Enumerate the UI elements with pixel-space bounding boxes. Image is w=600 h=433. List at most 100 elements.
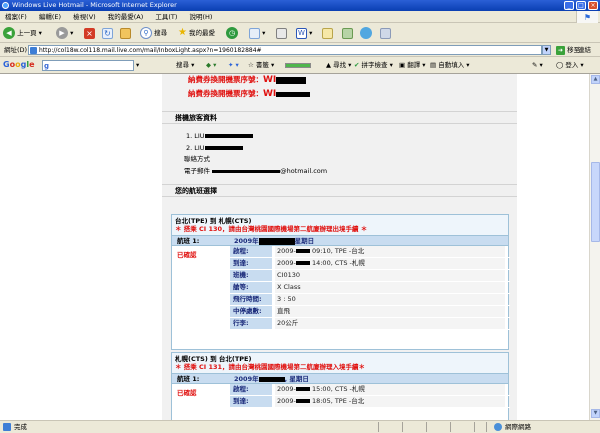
menu-tools[interactable]: 工具(T): [150, 11, 182, 23]
research-button[interactable]: [342, 26, 353, 40]
history-icon: ◷: [226, 27, 238, 39]
home-button[interactable]: [120, 26, 131, 40]
mail-icon: [249, 27, 260, 39]
detail-row: 飛行時間: 3 : 50: [230, 294, 510, 306]
scroll-down-icon[interactable]: ▼: [591, 409, 600, 418]
contact-label: 聯絡方式: [184, 155, 210, 163]
ticket-line-1: 納費券換開機票序號：WI: [188, 75, 307, 85]
pagerank-icon: [285, 60, 311, 71]
flight-header: 台北(TPE) 到 札幌(CTS) ＊ 搭乘 CI 130，請由台灣桃園國際機場…: [172, 215, 508, 235]
messenger-button[interactable]: [360, 26, 372, 40]
menu-view[interactable]: 檢視(V): [68, 11, 101, 23]
refresh-button[interactable]: ↻: [102, 26, 113, 40]
address-url: http://col18w.col118.mail.live.com/mail/…: [39, 47, 262, 54]
segment-date: 2009年, 星期日: [234, 375, 309, 383]
mail-button[interactable]: ▾: [249, 26, 265, 40]
detail-row: 到達: 2009- 18:05, TPE -台北: [230, 396, 510, 408]
google-settings-icon[interactable]: ✎ ▾: [532, 60, 543, 71]
google-news-icon[interactable]: ◆ ▾: [206, 60, 216, 71]
forward-arrow-icon: ▶: [56, 27, 68, 39]
address-bar: 網址(D) http://col18w.col118.mail.live.com…: [0, 43, 600, 57]
address-dropdown-icon[interactable]: ▼: [542, 45, 551, 55]
details-grid: 啟程: 2009- 09:10, TPE -台北 到達: 2009- 14:00, …: [230, 246, 510, 330]
status-bar: 完成 網際網路: [0, 420, 600, 433]
google-logo[interactable]: Google: [3, 60, 35, 70]
go-arrow-icon: ➜: [556, 45, 565, 55]
history-button[interactable]: ◷: [226, 26, 238, 40]
title-bar: Windows Live Hotmail - Microsoft Interne…: [0, 0, 600, 11]
internet-zone-icon: [494, 423, 502, 431]
passenger-2: 2. LIU: [186, 144, 243, 153]
status-confirmed: 已確認: [177, 251, 197, 259]
google-dropdown-icon[interactable]: ▾: [136, 60, 139, 71]
vertical-scrollbar[interactable]: ▲ ▼: [589, 74, 600, 420]
star-icon: ★: [178, 27, 187, 38]
google-toolbar: Google g ▾ 搜尋 ▾ ◆ ▾ ✦ ▾ ☆ 書籤 ▾ ▲ 尋找 ▾ ✔ …: [0, 57, 600, 74]
page-content: 納費券換開機票序號：WI 納費券換開機票序號：WI 搭機旅客資料 1. LIU …: [0, 74, 589, 420]
ie-icon: [2, 2, 9, 9]
print-button[interactable]: [276, 26, 287, 40]
close-button[interactable]: ×: [588, 1, 598, 10]
menu-favorites[interactable]: 我的最愛(A): [103, 11, 149, 23]
search-icon: ⚲: [140, 27, 152, 39]
back-button[interactable]: ◀ 上一頁 ▾: [3, 26, 42, 40]
detail-row: 中停處數: 直飛: [230, 306, 510, 318]
details-grid: 啟程: 2009- 15:00, CTS -札幌 到達: 2009- 18:05, …: [230, 384, 510, 408]
segment-label: 航班 1:: [177, 237, 200, 245]
print-icon: [276, 27, 287, 39]
google-signin-button[interactable]: ◯ 登入 ▾: [556, 60, 584, 71]
menu-bar: 檔案(F) 編輯(E) 檢視(V) 我的最愛(A) 工具(T) 說明(H): [0, 11, 600, 23]
translate-button[interactable]: ▣ 翻譯 ▾: [399, 60, 426, 71]
back-arrow-icon: ◀: [3, 27, 15, 39]
extra-icon: [380, 27, 391, 39]
discuss-button[interactable]: [322, 26, 333, 40]
google-search-button[interactable]: 搜尋 ▾: [176, 60, 194, 71]
toolbar: ◀ 上一頁 ▾ ▶ ▾ × ↻ ⚲ 搜尋 ★ 我的最愛 ◷ ▾ W ▾: [0, 23, 600, 43]
go-button[interactable]: ➜ 移至: [556, 44, 580, 56]
edit-button[interactable]: W ▾: [296, 26, 312, 40]
search-button[interactable]: ⚲ 搜尋: [140, 26, 167, 40]
forward-button[interactable]: ▶ ▾: [56, 26, 73, 40]
itinerary-panel: 納費券換開機票序號：WI 納費券換開機票序號：WI 搭機旅客資料 1. LIU …: [162, 74, 517, 420]
maximize-button[interactable]: □: [576, 1, 586, 10]
autofill-button[interactable]: ▤ 自動填入 ▾: [430, 60, 470, 71]
flights-section-header: 您的航班選擇: [162, 184, 517, 197]
menu-help[interactable]: 說明(H): [185, 11, 218, 23]
messenger-icon: [360, 27, 372, 39]
research-icon: [342, 27, 353, 39]
flight-route: 札幌(CTS) 到 台北(TPE): [175, 355, 252, 363]
favorites-button[interactable]: ★ 我的最愛: [178, 26, 215, 40]
google-find-button[interactable]: ▲ 尋找 ▾: [326, 60, 351, 71]
left-pane: [0, 74, 160, 420]
address-input[interactable]: http://col18w.col118.mail.live.com/mail/…: [28, 45, 542, 55]
scroll-thumb[interactable]: [591, 162, 600, 242]
flight-header: 札幌(CTS) 到 台北(TPE) ＊ 搭乘 CI 131，請由台灣桃園國際機場…: [172, 353, 508, 373]
detail-row: 班機: CI0130: [230, 270, 510, 282]
refresh-icon: ↻: [102, 27, 113, 39]
links-button[interactable]: 連結: [578, 43, 591, 57]
segment-row: 航班 1: 2009年, 星期日: [172, 373, 508, 384]
home-icon: [120, 27, 131, 39]
stop-icon: ×: [84, 27, 95, 39]
menu-file[interactable]: 檔案(F): [0, 11, 32, 23]
detail-row: 啟程: 2009- 15:00, CTS -札幌: [230, 384, 510, 396]
right-pane: [517, 74, 589, 420]
flight-box-return: 札幌(CTS) 到 台北(TPE) ＊ 搭乘 CI 131，請由台灣桃園國際機場…: [171, 352, 510, 420]
minimize-button[interactable]: _: [564, 1, 574, 10]
address-label: 網址(D): [4, 46, 28, 54]
spellcheck-button[interactable]: ✔ 拼字檢查 ▾: [354, 60, 393, 71]
menu-edit[interactable]: 編輯(E): [34, 11, 66, 23]
zone-text: 網際網路: [505, 423, 531, 431]
google-search-input[interactable]: g: [42, 60, 134, 71]
page-icon: [30, 47, 37, 54]
status-confirmed: 已確認: [177, 389, 197, 397]
page-done-icon: [3, 423, 11, 431]
google-bookmarks-button[interactable]: ☆ 書籤 ▾: [248, 60, 274, 71]
extra-button[interactable]: [380, 26, 391, 40]
segment-label: 航班 1:: [177, 375, 200, 383]
segment-row: 航班 1: 2009年 星期日: [172, 235, 508, 246]
stop-button[interactable]: ×: [84, 26, 95, 40]
scroll-up-icon[interactable]: ▲: [591, 75, 600, 84]
google-more-icon[interactable]: ✦ ▾: [228, 60, 239, 71]
status-text: 完成: [14, 423, 27, 431]
